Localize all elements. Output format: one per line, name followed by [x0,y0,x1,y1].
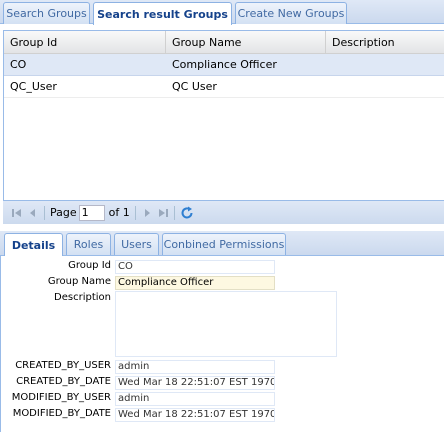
description-label: Description [54,292,111,303]
cell-group-id: CO [10,58,27,71]
tab-roles[interactable]: Roles [66,233,111,255]
column-header-group-name[interactable]: Group Name [166,31,326,54]
tab-users[interactable]: Users [114,233,159,255]
tab-create-new-groups[interactable]: Create New Groups [235,2,347,24]
detail-tab-strip: Details Roles Users Conbined Permissions [0,231,444,256]
modified-by-user-field: admin [115,392,275,406]
modified-by-user-label: MODIFIED_BY_USER [11,392,111,403]
page-number-input[interactable] [78,204,105,221]
page-count-label: of 1 [108,206,130,219]
created-by-date-label: CREATED_BY_DATE [16,376,111,387]
description-textarea[interactable] [115,291,337,357]
tab-search-groups[interactable]: Search Groups [3,2,90,24]
results-grid: Group Id Group Name Description CO Compl… [3,30,444,224]
paging-toolbar: Page of 1 [3,200,444,224]
cell-group-name: Compliance Officer [172,58,277,71]
group-id-field: CO [115,260,275,274]
tab-combined-permissions[interactable]: Conbined Permissions [162,233,286,255]
next-page-icon[interactable] [139,205,155,221]
column-header-description[interactable]: Description [326,31,444,54]
toolbar-separator [134,205,136,220]
group-name-label: Group Name [47,276,111,287]
group-name-field[interactable]: Compliance Officer [115,276,275,290]
cell-group-id: QC_User [10,80,57,93]
details-form: Group Id CO Group Name Compliance Office… [0,256,444,432]
cell-description [326,76,444,98]
last-page-icon[interactable] [155,205,171,221]
cell-description [326,54,444,76]
modified-by-date-label: MODIFIED_BY_DATE [12,408,111,419]
top-tab-strip: Search Groups Search result Groups Creat… [0,0,444,25]
created-by-date-field: Wed Mar 18 22:51:07 EST 1970 [115,376,275,390]
tab-search-result-groups[interactable]: Search result Groups [93,2,232,25]
modified-by-date-field: Wed Mar 18 22:51:07 EST 1970 [115,408,275,422]
prev-page-icon[interactable] [25,205,41,221]
toolbar-separator [173,205,175,220]
group-id-label: Group Id [68,260,111,271]
column-header-group-id[interactable]: Group Id [4,31,166,54]
grid-header: Group Id Group Name Description [4,31,444,54]
refresh-icon[interactable] [178,205,196,221]
created-by-user-label: CREATED_BY_USER [15,360,111,371]
first-page-icon[interactable] [9,205,25,221]
page-label: Page [50,206,77,219]
toolbar-separator [44,205,45,220]
created-by-user-field: admin [115,360,275,374]
cell-group-name: QC User [172,80,217,93]
tab-details[interactable]: Details [4,233,63,256]
table-row[interactable]: QC_User QC User [4,76,444,98]
table-row[interactable]: CO Compliance Officer [4,54,444,76]
